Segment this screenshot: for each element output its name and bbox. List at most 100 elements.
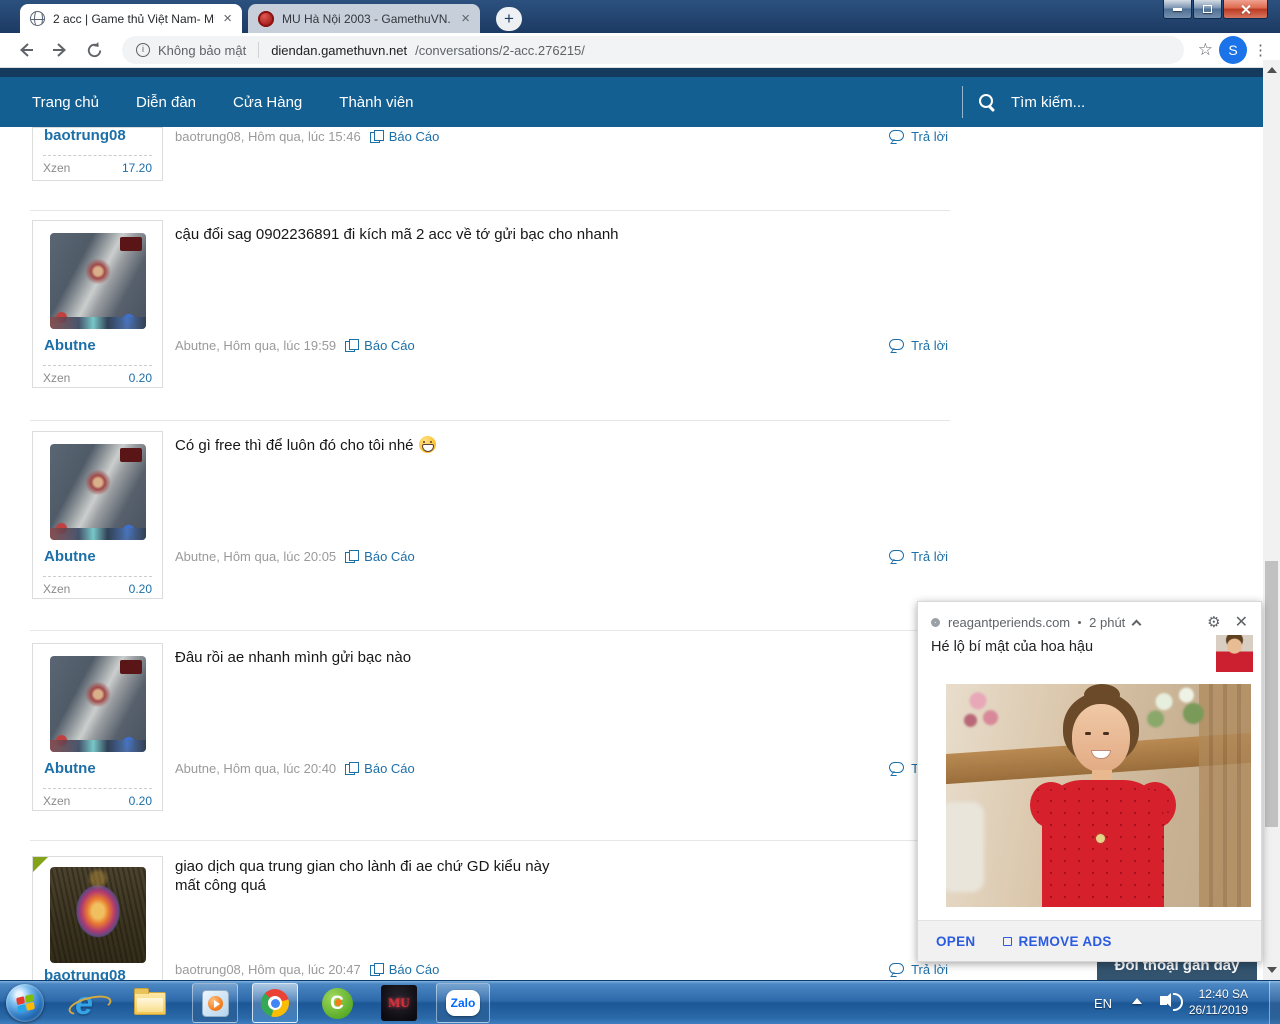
close-icon [1240, 4, 1251, 15]
notification-close-icon[interactable]: ✕ [1235, 612, 1248, 632]
media-player-icon [202, 990, 229, 1017]
nav-item-members[interactable]: Thành viên [339, 94, 413, 111]
stat-value: 0.20 [129, 582, 152, 596]
refresh-button[interactable] [80, 36, 108, 64]
ad-notification-popup: reagantperiends.com 2 phút ⚙ ✕ Hé lộ bí … [917, 601, 1262, 962]
restore-button[interactable] [1193, 0, 1222, 19]
taskbar-file-explorer[interactable] [130, 983, 170, 1023]
site-navbar: Trang chủ Diễn đàn Cửa Hàng Thành viên T… [0, 77, 1263, 127]
search-icon[interactable] [978, 93, 996, 111]
post-author-link[interactable]: baotrung08 [44, 967, 126, 980]
notification-settings-icon[interactable]: ⚙ [1207, 613, 1220, 631]
avatar[interactable] [50, 867, 146, 963]
url-host: diendan.gamethuvn.net [271, 43, 407, 58]
avatar[interactable] [50, 656, 146, 752]
minimize-button[interactable] [1163, 0, 1192, 19]
security-label: Không bảo mật [158, 43, 246, 58]
ad-photo[interactable] [946, 684, 1251, 907]
show-desktop-button[interactable] [1269, 981, 1280, 1024]
tab-close-icon[interactable]: × [461, 11, 470, 26]
nav-item-shop[interactable]: Cửa Hàng [233, 94, 302, 111]
report-link[interactable]: Báo Cáo [345, 549, 415, 564]
post-divider [30, 210, 950, 211]
nav-item-forums[interactable]: Diễn đàn [136, 94, 196, 111]
reply-link[interactable]: Trả lời [889, 549, 948, 564]
author-stats: Xzen 17.20 [43, 155, 152, 175]
photo-brooch [1096, 834, 1105, 843]
post-author-box: baotrung08 Xzen 17.20 [32, 127, 163, 181]
ad-title[interactable]: Hé lộ bí mật của hoa hậu [931, 639, 1211, 655]
reply-icon [889, 762, 906, 775]
taskbar-mu-game[interactable]: MU [376, 983, 422, 1023]
post-meta-row: Abutne, Hôm qua, lúc 20:40 Báo Cáo [175, 761, 415, 776]
post-author-link[interactable]: Abutne [44, 337, 96, 354]
ad-remove-button[interactable]: REMOVE ADS [1003, 934, 1111, 949]
post-author-link[interactable]: Abutne [44, 760, 96, 777]
minimize-icon [1173, 8, 1182, 11]
browser-menu-icon[interactable]: ⋮ [1253, 41, 1268, 59]
report-link[interactable]: Báo Cáo [370, 129, 440, 144]
address-bar[interactable]: Không bảo mật diendan.gamethuvn.net/conv… [122, 36, 1184, 64]
search-area[interactable]: Tìm kiếm... [962, 77, 1085, 127]
report-icon [370, 130, 384, 143]
reply-icon [889, 130, 906, 143]
post-author-box: Abutne Xzen 0.20 [32, 643, 163, 811]
scroll-up-arrow[interactable] [1267, 67, 1277, 73]
forward-button[interactable] [46, 36, 74, 64]
url-path: /conversations/2-acc.276215/ [415, 43, 585, 58]
post-meta-row: Abutne, Hôm qua, lúc 20:05 Báo Cáo [175, 549, 415, 564]
back-icon [16, 40, 36, 60]
scroll-down-arrow[interactable] [1267, 967, 1277, 973]
language-indicator[interactable]: EN [1094, 981, 1112, 1024]
tab-title: MU Hà Nội 2003 - GamethuVN.n [282, 12, 450, 26]
ad-thumbnail[interactable] [1216, 635, 1253, 672]
page-scrollbar[interactable] [1263, 60, 1280, 980]
photo-red-dress [1042, 780, 1164, 907]
browser-toolbar: Không bảo mật diendan.gamethuvn.net/conv… [0, 33, 1280, 68]
collapse-caret-icon[interactable] [1132, 619, 1142, 629]
taskbar-media-player[interactable] [192, 983, 238, 1023]
post-divider [30, 420, 950, 421]
stat-value: 0.20 [129, 371, 152, 385]
reply-link[interactable]: Trả lời [889, 338, 948, 353]
start-button[interactable] [6, 984, 44, 1022]
bookmark-star-icon[interactable]: ☆ [1198, 40, 1213, 60]
site-header-strip [0, 68, 1263, 77]
nav-item-home[interactable]: Trang chủ [32, 94, 99, 111]
tab-current-page[interactable]: 2 acc | Game thủ Việt Nam- MU H × [20, 4, 242, 33]
report-link[interactable]: Báo Cáo [345, 338, 415, 353]
avatar[interactable] [50, 444, 146, 540]
avatar[interactable] [50, 233, 146, 329]
windows-flag-icon [16, 994, 35, 1013]
chrome-icon [261, 989, 289, 1017]
reply-link[interactable]: Trả lời [889, 129, 948, 144]
new-tab-button[interactable]: + [496, 7, 522, 31]
report-link[interactable]: Báo Cáo [370, 962, 440, 977]
tab-close-icon[interactable]: × [223, 11, 232, 26]
post-author-link[interactable]: Abutne [44, 548, 96, 565]
stat-label: Xzen [43, 371, 70, 385]
taskbar-internet-explorer[interactable]: e [64, 983, 104, 1023]
taskbar-zalo[interactable]: Zalo [436, 983, 490, 1023]
post-author-link[interactable]: baotrung08 [44, 127, 126, 144]
report-link[interactable]: Báo Cáo [345, 761, 415, 776]
info-icon[interactable] [136, 43, 150, 57]
speaker-icon[interactable] [1160, 996, 1167, 1005]
reply-link[interactable]: Trả lời [889, 962, 948, 977]
stat-value: 0.20 [129, 794, 152, 808]
post-meta-row: baotrung08, Hôm qua, lúc 20:47 Báo Cáo [175, 962, 439, 977]
scrollbar-thumb[interactable] [1265, 561, 1278, 827]
taskbar-chrome[interactable] [252, 983, 298, 1023]
ad-open-button[interactable]: OPEN [936, 934, 975, 949]
taskbar-clock[interactable]: 12:40 SA 26/11/2019 [1189, 986, 1248, 1018]
tab-mu-hanoi[interactable]: MU Hà Nội 2003 - GamethuVN.n × [248, 4, 480, 33]
photo-flowers [958, 684, 1008, 740]
ad-time: 2 phút [1089, 615, 1125, 630]
ad-popup-footer: OPEN REMOVE ADS [918, 920, 1261, 961]
taskbar-coc-coc[interactable]: C [316, 983, 358, 1023]
profile-avatar[interactable]: S [1219, 36, 1247, 64]
back-button[interactable] [12, 36, 40, 64]
close-button[interactable] [1223, 0, 1268, 19]
chrome-notification-icon [931, 618, 940, 627]
tray-expand-icon[interactable] [1132, 998, 1142, 1004]
